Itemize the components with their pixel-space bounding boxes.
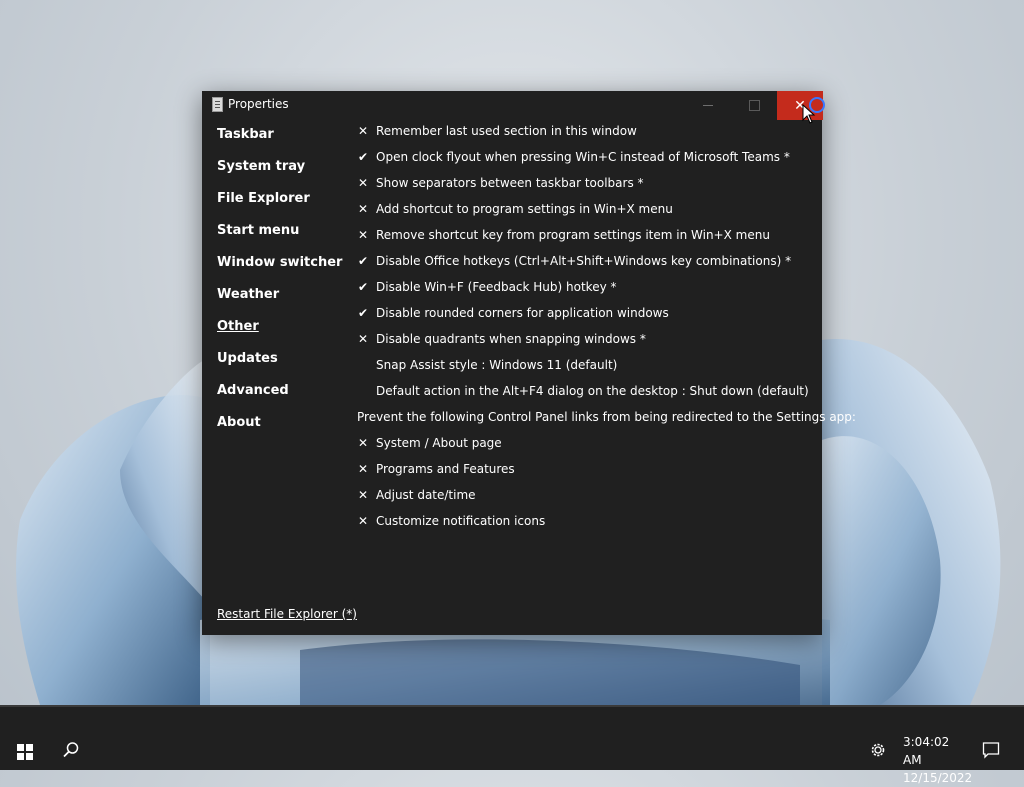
setting-row[interactable]: ✕ System / About page <box>357 436 812 462</box>
setting-label: Customize notification icons <box>376 514 546 528</box>
notification-center-icon[interactable] <box>982 741 1000 759</box>
setting-label: Disable rounded corners for application … <box>376 306 669 320</box>
minimize-icon <box>703 105 713 106</box>
app-icon <box>212 97 223 112</box>
check-icon: ✔ <box>358 254 369 268</box>
setting-row[interactable]: ✕ Adjust date/time <box>357 488 812 514</box>
setting-row[interactable]: ✕ Remove shortcut key from program settin… <box>357 228 812 254</box>
cross-icon: ✕ <box>358 124 369 138</box>
restart-explorer-link[interactable]: Restart File Explorer (*) <box>217 607 357 621</box>
setting-row[interactable]: ✕ Customize notification icons <box>357 514 812 540</box>
setting-label: System / About page <box>376 436 502 450</box>
sidebar: Taskbar System tray File Explorer Start … <box>217 126 347 446</box>
properties-window: Properties ✕ Taskbar System tray File Ex… <box>202 91 856 635</box>
setting-label: Disable quadrants when snapping windows … <box>376 332 646 346</box>
clock-time: 3:04:02 AM <box>903 735 950 767</box>
setting-label: Default action in the Alt+F4 dialog on t… <box>376 384 809 398</box>
start-button[interactable] <box>17 744 33 760</box>
setting-row[interactable]: ✕ Programs and Features <box>357 462 812 488</box>
maximize-button[interactable] <box>731 91 777 120</box>
sidebar-item-advanced[interactable]: Advanced <box>217 382 347 414</box>
sidebar-item-weather[interactable]: Weather <box>217 286 347 318</box>
sidebar-item-system-tray[interactable]: System tray <box>217 158 347 190</box>
alt-f4-default-action-option[interactable]: Default action in the Alt+F4 dialog on t… <box>357 384 812 410</box>
section-heading: Prevent the following Control Panel link… <box>357 410 856 436</box>
clock-date: 12/15/2022 <box>903 771 973 785</box>
sidebar-item-updates[interactable]: Updates <box>217 350 347 382</box>
cross-icon: ✕ <box>358 488 369 502</box>
windows-logo-icon <box>17 744 24 751</box>
sidebar-item-file-explorer[interactable]: File Explorer <box>217 190 347 222</box>
cross-icon: ✕ <box>358 514 369 528</box>
maximize-icon <box>748 100 760 111</box>
minimize-button[interactable] <box>685 91 731 120</box>
setting-row[interactable]: ✕ Remember last used section in this wind… <box>357 124 812 150</box>
setting-label: Disable Office hotkeys (Ctrl+Alt+Shift+W… <box>376 254 792 268</box>
setting-label: Disable Win+F (Feedback Hub) hotkey * <box>376 280 617 294</box>
setting-label: Add shortcut to program settings in Win+… <box>376 202 673 216</box>
settings-list: ✕ Remember last used section in this wind… <box>357 124 856 540</box>
setting-row[interactable]: ✕ Disable quadrants when snapping windows… <box>357 332 812 358</box>
setting-label: Remember last used section in this windo… <box>376 124 637 138</box>
taskbar-clock[interactable]: 3:04:02 AM 12/15/2022 <box>903 733 973 787</box>
windows-logo-icon <box>26 753 33 760</box>
setting-label: Programs and Features <box>376 462 515 476</box>
setting-label: Remove shortcut key from program setting… <box>376 228 770 242</box>
setting-row[interactable]: ✕ Add shortcut to program settings in Win… <box>357 202 812 228</box>
cross-icon: ✕ <box>358 228 369 242</box>
taskbar: 3:04:02 AM 12/15/2022 <box>0 705 1024 785</box>
mouse-cursor-icon <box>802 104 816 124</box>
check-icon: ✔ <box>358 280 369 294</box>
check-icon: ✔ <box>358 150 369 164</box>
gear-icon[interactable] <box>869 741 887 759</box>
sidebar-item-about[interactable]: About <box>217 414 347 446</box>
cross-icon: ✕ <box>358 332 369 346</box>
window-title: Properties <box>228 97 289 111</box>
cross-icon: ✕ <box>358 462 369 476</box>
setting-label: Open clock flyout when pressing Win+C in… <box>376 150 790 164</box>
section-heading-label: Prevent the following Control Panel link… <box>357 410 856 424</box>
setting-label: Snap Assist style : Windows 11 (default) <box>376 358 618 372</box>
cross-icon: ✕ <box>358 176 369 190</box>
sidebar-item-other[interactable]: Other <box>217 318 347 350</box>
sidebar-item-taskbar[interactable]: Taskbar <box>217 126 347 158</box>
cross-icon: ✕ <box>358 436 369 450</box>
setting-row[interactable]: ✔ Open clock flyout when pressing Win+C i… <box>357 150 812 176</box>
setting-row[interactable]: ✔ Disable rounded corners for application… <box>357 306 812 332</box>
title-bar[interactable]: Properties ✕ <box>202 91 823 120</box>
setting-label: Adjust date/time <box>376 488 476 502</box>
setting-row[interactable]: ✔ Disable Win+F (Feedback Hub) hotkey * <box>357 280 812 306</box>
setting-label: Show separators between taskbar toolbars… <box>376 176 644 190</box>
cross-icon: ✕ <box>358 202 369 216</box>
windows-logo-icon <box>26 744 33 751</box>
sidebar-item-start-menu[interactable]: Start menu <box>217 222 347 254</box>
snap-assist-style-option[interactable]: Snap Assist style : Windows 11 (default) <box>357 358 812 384</box>
setting-row[interactable]: ✔ Disable Office hotkeys (Ctrl+Alt+Shift+… <box>357 254 812 280</box>
search-icon[interactable] <box>62 741 80 759</box>
windows-logo-icon <box>17 753 24 760</box>
sidebar-item-window-switcher[interactable]: Window switcher <box>217 254 347 286</box>
check-icon: ✔ <box>358 306 369 320</box>
setting-row[interactable]: ✕ Show separators between taskbar toolbar… <box>357 176 812 202</box>
